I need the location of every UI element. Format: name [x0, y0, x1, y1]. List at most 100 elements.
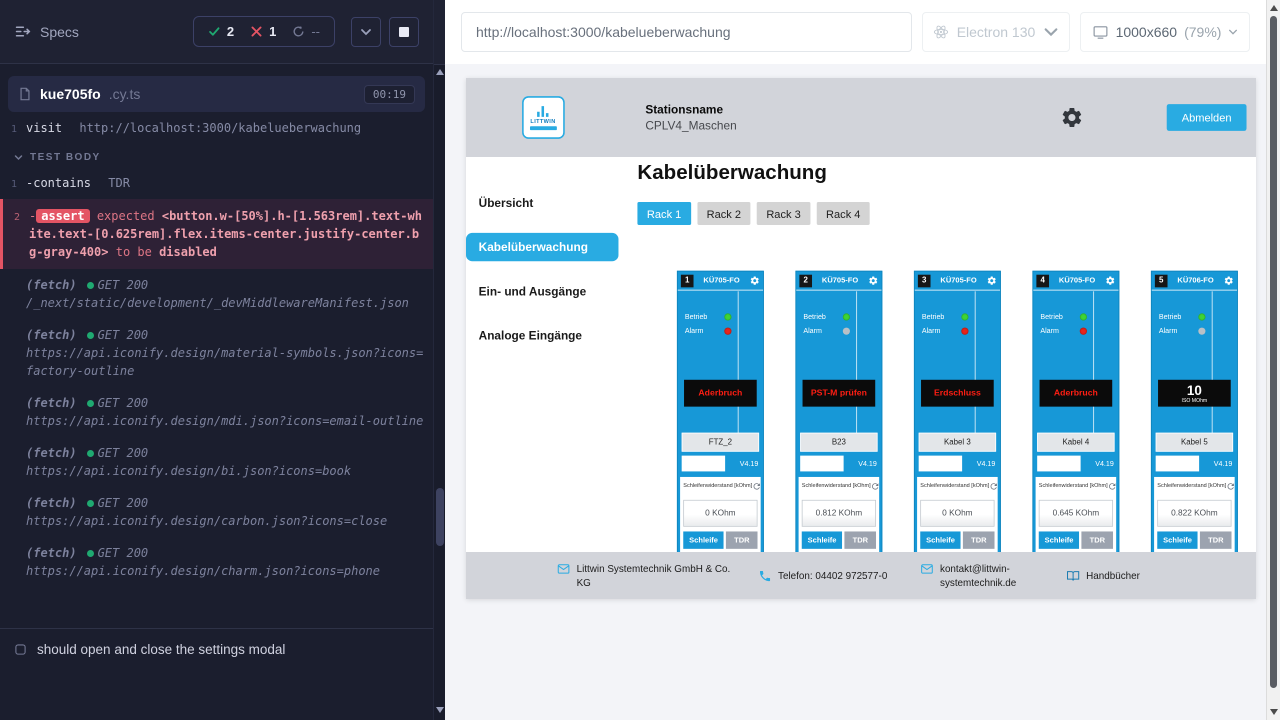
- chevron-down-icon: [1228, 27, 1238, 37]
- tdr-button-disabled[interactable]: TDR: [1082, 531, 1113, 548]
- fetch-url: https://api.iconify.design/charm.json?ic…: [26, 562, 425, 580]
- stat-failed[interactable]: 1: [250, 24, 276, 39]
- test-stats[interactable]: 2 1 --: [193, 16, 335, 47]
- rack-tab[interactable]: Rack 1: [637, 202, 690, 225]
- visit-command-row[interactable]: 1 visit http://localhost:3000/kabelueber…: [0, 116, 433, 140]
- status-message-text: Erdschluss: [934, 388, 981, 397]
- fetch-log-row[interactable]: (fetch)GET 200 /_next/static/development…: [0, 269, 433, 319]
- footer-company[interactable]: Littwin Systemtechnik GmbH & Co. KG: [557, 561, 735, 590]
- browser-selector[interactable]: Electron 130: [922, 12, 1070, 52]
- status-ok-dot: [87, 282, 94, 289]
- betrieb-led: [961, 313, 968, 320]
- stop-icon: [399, 27, 409, 37]
- spec-file-icon: [18, 87, 32, 101]
- logout-button[interactable]: Abmelden: [1167, 104, 1247, 131]
- rack-tab[interactable]: Rack 4: [817, 202, 870, 225]
- fetch-log-row[interactable]: (fetch)GET 200 https://api.iconify.desig…: [0, 487, 433, 537]
- spec-file-row[interactable]: kue705fo .cy.ts 00:19: [8, 76, 425, 112]
- device-gear-icon[interactable]: [987, 276, 997, 286]
- rack-tab-label: Rack 1: [647, 207, 681, 220]
- tdr-button-disabled[interactable]: TDR: [726, 531, 757, 548]
- alarm-led: [1198, 327, 1205, 334]
- refresh-icon[interactable]: [989, 481, 998, 490]
- assert-expected-text: expected: [97, 209, 155, 223]
- measurement-value: 0 KOhm: [683, 500, 757, 527]
- test-body-section-header[interactable]: TEST BODY: [0, 140, 433, 171]
- device-model-label: KÜ705-FO: [934, 276, 984, 285]
- command-log: 1 visit http://localhost:3000/kabelueber…: [0, 112, 433, 628]
- sidebar-nav-item[interactable]: Übersicht: [466, 189, 618, 217]
- chevron-down-icon: [14, 153, 23, 162]
- device-gear-icon[interactable]: [750, 276, 760, 286]
- collapse-button[interactable]: [351, 17, 381, 47]
- refresh-icon[interactable]: [871, 481, 880, 490]
- scroll-down-arrow-icon[interactable]: [1270, 709, 1278, 715]
- scroll-down-arrow-icon[interactable]: [436, 707, 444, 713]
- contains-command-row[interactable]: 1 -contains TDR: [0, 171, 433, 195]
- rack-tab[interactable]: Rack 2: [697, 202, 750, 225]
- schleife-button[interactable]: Schleife: [1039, 531, 1080, 548]
- footer-phone[interactable]: Telefon: 04402 972577-0: [758, 569, 896, 583]
- tdr-button-disabled[interactable]: TDR: [845, 531, 876, 548]
- sidebar-nav-item[interactable]: Ein- und Ausgänge: [466, 277, 618, 305]
- refresh-icon[interactable]: [752, 481, 761, 490]
- command-number: 2: [3, 207, 29, 261]
- fetch-label: (fetch): [26, 396, 77, 410]
- cable-input-box: [919, 456, 962, 472]
- sidebar-nav-item[interactable]: Kabelüberwachung: [466, 233, 618, 261]
- schleife-button[interactable]: Schleife: [683, 531, 724, 548]
- scrollbar-thumb[interactable]: [436, 488, 444, 546]
- card-divider-line: [856, 291, 857, 433]
- device-gear-icon[interactable]: [1224, 276, 1234, 286]
- measurement-value: 0.822 KOhm: [1157, 500, 1231, 527]
- viewport-selector[interactable]: 1000x660 (79%): [1080, 12, 1250, 52]
- schleife-button[interactable]: Schleife: [1157, 531, 1198, 548]
- tdr-button-disabled[interactable]: TDR: [1200, 531, 1231, 548]
- specs-menu-button[interactable]: Specs: [14, 23, 79, 40]
- fetch-log-row[interactable]: (fetch)GET 200 https://api.iconify.desig…: [0, 437, 433, 487]
- device-card: 4 KÜ705-FO Betrieb: [1032, 271, 1119, 565]
- status-ok-dot: [87, 332, 94, 339]
- refresh-icon[interactable]: [1108, 481, 1117, 490]
- spec-name: kue705fo: [40, 86, 101, 102]
- stat-pending[interactable]: --: [292, 24, 320, 39]
- viewport-icon: [1092, 24, 1109, 41]
- footer-email[interactable]: kontakt@littwin-systemtechnik.de: [920, 561, 1042, 590]
- device-gear-icon[interactable]: [1105, 276, 1115, 286]
- footer-manuals[interactable]: Handbücher: [1066, 569, 1196, 583]
- book-icon: [1066, 569, 1079, 582]
- sidebar-nav-label: Analoge Eingänge: [479, 329, 582, 342]
- fetch-log-row[interactable]: (fetch)GET 200 https://api.iconify.desig…: [0, 387, 433, 437]
- fetch-log-row[interactable]: (fetch)GET 200 https://api.iconify.desig…: [0, 319, 433, 387]
- stop-button[interactable]: [389, 17, 419, 47]
- fetch-log-row[interactable]: (fetch)GET 200 https://api.iconify.desig…: [0, 537, 433, 587]
- station-value: CPLV4_Maschen: [645, 119, 736, 132]
- scrollbar-thumb[interactable]: [1270, 16, 1277, 688]
- fetch-url: /_next/static/development/_devMiddleware…: [26, 294, 425, 312]
- schleife-button[interactable]: Schleife: [802, 531, 843, 548]
- littwin-logo: LITTWIN: [522, 96, 565, 139]
- sidebar-nav-item[interactable]: Analoge Eingänge: [466, 321, 618, 349]
- failed-assert-row[interactable]: 2 -assert expected <button.w-[50%].h-[1.…: [0, 199, 433, 269]
- stat-passed[interactable]: 2: [208, 24, 234, 39]
- footer-phone-text: Telefon: 04402 972577-0: [778, 569, 897, 583]
- schleife-button[interactable]: Schleife: [920, 531, 961, 548]
- rack-tabs: Rack 1 Rack 2 Rack 3: [637, 202, 1256, 225]
- reporter-scrollbar[interactable]: [433, 0, 445, 720]
- rack-tab[interactable]: Rack 3: [757, 202, 810, 225]
- logo-bars-icon: [535, 105, 551, 118]
- refresh-icon[interactable]: [1226, 481, 1235, 490]
- next-test-row[interactable]: should open and close the settings modal: [0, 628, 433, 670]
- settings-gear-icon[interactable]: [1060, 106, 1084, 130]
- scroll-up-arrow-icon[interactable]: [1270, 5, 1278, 11]
- scroll-up-arrow-icon[interactable]: [436, 69, 444, 75]
- device-gear-icon[interactable]: [868, 276, 878, 286]
- url-input[interactable]: [461, 12, 912, 52]
- alarm-label: Alarm: [685, 327, 704, 335]
- device-number-badge: 5: [1155, 274, 1168, 287]
- sidebar-nav-label: Kabelüberwachung: [479, 240, 588, 253]
- tdr-button-disabled[interactable]: TDR: [963, 531, 994, 548]
- page-scrollbar[interactable]: [1266, 0, 1280, 720]
- cable-name-field: Kabel 4: [1037, 433, 1114, 452]
- fetch-url: https://api.iconify.design/bi.json?icons…: [26, 462, 425, 480]
